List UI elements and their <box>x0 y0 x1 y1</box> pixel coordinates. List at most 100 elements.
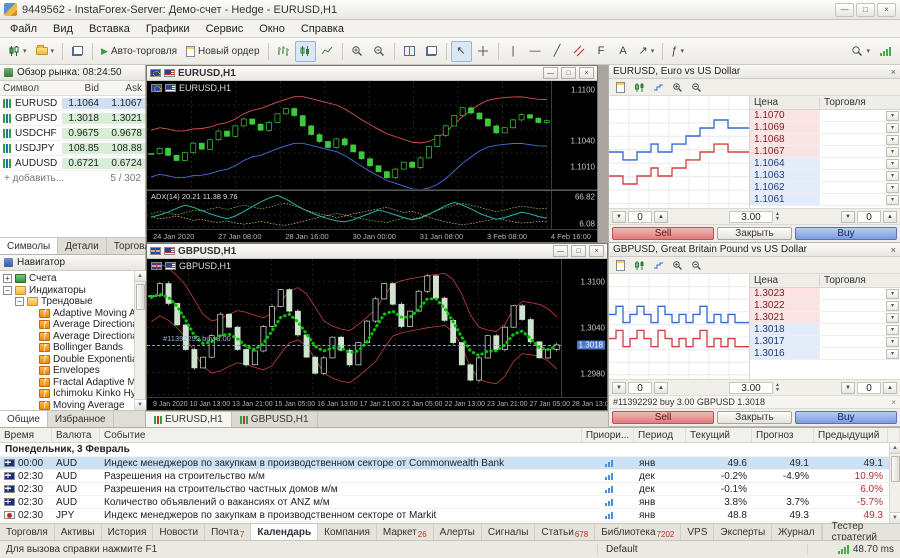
calendar-row[interactable]: 02:30 AUD Разрешения на строительство ча… <box>0 483 889 496</box>
dom-new-order-button[interactable] <box>611 80 629 94</box>
sell-volume-up-button[interactable]: ▲ <box>654 382 668 394</box>
dom-price-row[interactable]: 1.3016 ▾ <box>750 348 900 360</box>
dom-price-row[interactable]: 1.1064 ▾ <box>750 158 900 170</box>
profiles-button[interactable]: ▾ <box>32 41 59 62</box>
tree-expander[interactable]: − <box>15 297 24 306</box>
toolbox-tab[interactable]: Алерты <box>434 524 482 540</box>
menu-item[interactable]: Вставка <box>81 21 138 37</box>
volume-dropdown-icon[interactable]: ▾ <box>886 301 899 311</box>
sell-volume-up-button[interactable]: ▲ <box>654 211 668 223</box>
add-symbol-button[interactable]: + добавить... <box>4 173 64 184</box>
sell-button[interactable]: Sell <box>612 227 714 240</box>
dom-chart-mode-button[interactable] <box>630 258 648 272</box>
dom-price-row[interactable]: 1.1061 ▾ <box>750 194 900 206</box>
eurusd-tick-chart[interactable] <box>609 96 750 208</box>
dom-price-row[interactable]: 1.1067 ▾ <box>750 146 900 158</box>
eurusd-price-plot[interactable]: EURUSD,H1 <box>147 81 551 189</box>
panel-tab[interactable]: Детали <box>58 238 106 254</box>
channel-button[interactable] <box>569 41 590 62</box>
chart-tab[interactable]: GBPUSD,H1 <box>232 412 318 427</box>
navigator-tree-item[interactable]: Moving Average <box>0 400 134 411</box>
eurusd-adx-pane[interactable]: ADX(14) 20.21 11.38 9.76 <box>147 191 551 229</box>
toolbox-tab[interactable]: Эксперты <box>714 524 772 540</box>
column-priority[interactable]: Приори... <box>582 428 634 442</box>
calendar-row[interactable]: 02:30 AUD Разрешения на строительство м/… <box>0 470 889 483</box>
connection-status[interactable] <box>875 41 896 62</box>
volume-dropdown-icon[interactable]: ▾ <box>886 159 899 169</box>
column-time[interactable]: Время <box>0 428 52 442</box>
eurusd-time-axis[interactable]: 24 Jan 2020 27 Jan 08:00 28 Jan 16:00 30… <box>147 229 597 242</box>
close-position-button[interactable]: Закрыть <box>717 411 792 424</box>
scroll-thumb[interactable] <box>891 456 900 482</box>
gbpusd-tick-chart[interactable] <box>609 274 750 379</box>
volume-dropdown-icon[interactable]: ▾ <box>886 289 899 299</box>
buy-volume-up-button[interactable]: ▲ <box>883 211 897 223</box>
buy-button[interactable]: Buy <box>795 227 897 240</box>
close-position-button[interactable]: Закрыть <box>717 227 792 240</box>
navigator-tree-item[interactable]: Ichimoku Kinko Hyo <box>0 388 134 400</box>
panel-tab[interactable]: Символы <box>0 238 58 254</box>
dom-price-row[interactable]: 1.3017 ▾ <box>750 336 900 348</box>
close-icon[interactable]: × <box>891 67 896 77</box>
navigator-tree-item[interactable]: Adaptive Moving Average <box>0 308 134 320</box>
dom-zoom-out-button[interactable] <box>687 80 705 94</box>
crosshair-button[interactable] <box>473 41 494 62</box>
navigator-tree-item[interactable]: Average Directional Movement Index <box>0 319 134 331</box>
gbpusd-window-titlebar[interactable]: GBPUSD,H1 — □ × <box>147 244 607 259</box>
trendline-button[interactable]: ╱ <box>547 41 568 62</box>
volume-dropdown-icon[interactable]: ▾ <box>886 349 899 359</box>
dom-depth-mode-button[interactable] <box>649 258 667 272</box>
buy-volume-value[interactable]: 0 <box>857 382 881 394</box>
navigator-tree-item[interactable]: Bollinger Bands <box>0 342 134 354</box>
horizontal-line-button[interactable]: — <box>525 41 546 62</box>
fibonacci-button[interactable]: F <box>591 41 612 62</box>
panel-tab[interactable]: Избранное <box>48 411 114 427</box>
toolbox-tab[interactable]: История <box>102 524 154 540</box>
market-watch-row[interactable]: GBPUSD 1.3018 1.3021 <box>0 111 145 126</box>
column-event[interactable]: Событие <box>100 428 582 442</box>
dom-zoom-in-button[interactable] <box>668 258 686 272</box>
toolbox-tab[interactable]: Маркет26 <box>377 524 434 540</box>
column-actual[interactable]: Текущий <box>686 428 752 442</box>
navigator-tree-item[interactable]: − Индикаторы <box>0 285 134 297</box>
navigator-tree-item[interactable]: Average Directional Movement Index Wilde… <box>0 331 134 343</box>
zoom-in-button[interactable] <box>347 41 368 62</box>
sell-volume-value[interactable]: 0 <box>628 211 652 223</box>
navigator-tree-item[interactable]: + Счета <box>0 273 134 285</box>
scroll-down-icon[interactable]: ▼ <box>135 399 146 410</box>
dom-price-row[interactable]: 1.3021 ▾ <box>750 312 900 324</box>
sell-button[interactable]: Sell <box>612 411 714 424</box>
column-forecast[interactable]: Прогноз <box>752 428 814 442</box>
status-ping[interactable]: 48.70 ms <box>808 544 900 555</box>
column-currency[interactable]: Валюта <box>52 428 100 442</box>
status-profile[interactable]: Default <box>598 544 808 555</box>
lot-spinner[interactable]: ▲▼ <box>775 383 780 393</box>
toolbox-tab[interactable]: Сигналы <box>482 524 536 540</box>
text-tool-button[interactable]: A <box>613 41 634 62</box>
chart-tab[interactable]: EURUSD,H1 <box>146 412 232 427</box>
volume-dropdown-icon[interactable]: ▾ <box>886 135 899 145</box>
navigator-tree-item[interactable]: Fractal Adaptive Moving Average <box>0 377 134 389</box>
navigator-scrollbar[interactable]: ▲ ▼ <box>134 271 145 410</box>
sell-volume-value[interactable]: 0 <box>628 382 652 394</box>
sell-volume-down-button[interactable]: ▼ <box>612 211 626 223</box>
menu-item[interactable]: Окно <box>251 21 293 37</box>
sell-volume-down-button[interactable]: ▼ <box>612 382 626 394</box>
open-position-row[interactable]: #11392292 buy 3.00 GBPUSD 1.3018 × <box>609 395 900 408</box>
close-icon[interactable]: × <box>891 245 896 255</box>
toolbox-tab[interactable]: Новости <box>153 524 205 540</box>
search-button[interactable]: ▾ <box>847 41 874 62</box>
toolbox-tab[interactable]: VPS <box>681 524 714 540</box>
dom-new-order-button[interactable] <box>611 258 629 272</box>
gbpusd-time-axis[interactable]: 9 Jan 2020 10 Jan 13:00 13 Jan 21:00 15 … <box>147 397 607 410</box>
tile-windows-button[interactable] <box>399 41 420 62</box>
scroll-up-icon[interactable]: ▲ <box>135 271 146 282</box>
dom-depth-mode-button[interactable] <box>649 80 667 94</box>
dom-price-row[interactable]: 1.1062 ▾ <box>750 182 900 194</box>
maximize-button[interactable]: □ <box>856 3 875 17</box>
market-watch-row[interactable]: AUDUSD 0.6721 0.6724 <box>0 156 145 171</box>
menu-item[interactable]: Сервис <box>198 21 252 37</box>
chart-minimize-button[interactable]: — <box>553 245 568 257</box>
buy-volume-down-button[interactable]: ▼ <box>841 382 855 394</box>
volume-dropdown-icon[interactable]: ▾ <box>886 195 899 205</box>
